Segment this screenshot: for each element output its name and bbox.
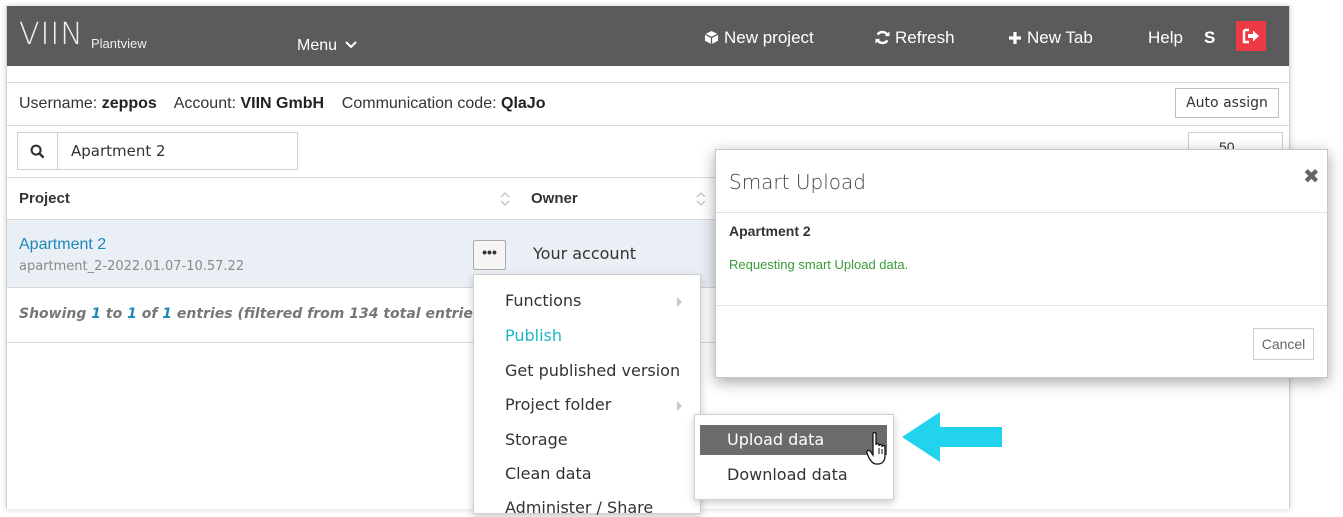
chevron-down-icon [345, 41, 358, 49]
showing-suffix: entries (filtered from 134 total entries… [176, 306, 488, 322]
top-navbar: VIIN Plantview Menu New project Refresh … [7, 6, 1289, 66]
user-initial[interactable]: S [1204, 28, 1215, 48]
menu-item-project-folder[interactable]: Project folder [505, 395, 611, 414]
account-info-bar: Username: zeppos Account: VIIN GmbH Comm… [7, 82, 1289, 126]
column-header-owner[interactable]: Owner [531, 178, 578, 220]
menu-item-administer-share[interactable]: Administer / Share [505, 498, 653, 517]
cancel-button[interactable]: Cancel [1253, 328, 1314, 360]
account-label: Account: [173, 95, 236, 112]
smart-upload-dialog: Smart Upload ✖ Apartment 2 Requesting sm… [715, 149, 1328, 378]
submenu-item-upload-data[interactable]: Upload data [700, 425, 887, 455]
project-identifier: apartment_2-2022.01.07-10.57.22 [19, 259, 245, 274]
project-context-menu: Functions Publish Get published version … [473, 274, 701, 517]
chevron-right-icon [677, 297, 682, 307]
owner-cell: Your account [533, 244, 636, 263]
submenu-item-download-data[interactable]: Download data [700, 460, 887, 490]
chevron-right-icon [677, 401, 682, 411]
logo[interactable]: VIIN [19, 20, 84, 50]
refresh-label: Refresh [895, 28, 955, 47]
menu-label: Menu [297, 37, 338, 54]
username-value: zeppos [101, 95, 157, 112]
sign-out-icon [1242, 28, 1259, 44]
refresh-icon [875, 30, 890, 45]
sort-icon[interactable] [696, 191, 706, 207]
table-info: Showing 1 to 1 of 1 entries (filtered fr… [19, 306, 488, 322]
new-tab-button[interactable]: New Tab [1008, 28, 1093, 48]
search-button[interactable] [18, 133, 58, 169]
showing-total: 1 [162, 306, 173, 322]
new-project-label: New project [724, 28, 814, 47]
auto-assign-button[interactable]: Auto assign [1175, 88, 1279, 118]
column-header-project[interactable]: Project [19, 178, 70, 220]
project-link[interactable]: Apartment 2 [19, 236, 106, 254]
communication-code-value: QlaJo [501, 95, 546, 112]
dialog-divider [716, 212, 1327, 213]
logout-button[interactable] [1236, 21, 1266, 51]
row-actions-button[interactable]: ••• [473, 240, 506, 270]
menu-item-clean-data[interactable]: Clean data [505, 464, 592, 483]
dialog-project-name: Apartment 2 [729, 223, 811, 239]
dialog-title: Smart Upload [729, 170, 866, 194]
communication-code-label: Communication code: [341, 95, 497, 112]
showing-of-word: of [141, 306, 158, 322]
menu-item-publish[interactable]: Publish [505, 326, 562, 345]
showing-prefix: Showing [19, 306, 87, 322]
search-icon [30, 144, 45, 158]
dialog-status-message: Requesting smart Upload data. [729, 257, 909, 272]
dialog-divider [716, 305, 1327, 306]
logo-subtitle: Plantview [91, 36, 147, 51]
hand-cursor-icon [866, 431, 886, 465]
search-value: Apartment 2 [71, 142, 166, 160]
username-label: Username: [19, 95, 98, 112]
menu-dropdown[interactable]: Menu [297, 36, 362, 56]
help-link[interactable]: Help [1148, 28, 1183, 48]
search-input[interactable]: Apartment 2 [17, 132, 298, 170]
new-tab-label: New Tab [1027, 28, 1093, 47]
sort-icon[interactable] [500, 191, 510, 207]
close-icon[interactable]: ✖ [1303, 164, 1320, 189]
showing-to: 1 [127, 306, 137, 322]
refresh-button[interactable]: Refresh [875, 28, 955, 48]
arrow-left-icon [902, 412, 1002, 462]
storage-submenu: Upload data Download data [694, 414, 894, 500]
menu-item-get-published-version[interactable]: Get published version [505, 361, 680, 380]
account-value: VIIN GmbH [240, 95, 325, 112]
plus-icon [1009, 32, 1021, 44]
new-project-button[interactable]: New project [704, 28, 814, 48]
cube-icon [704, 30, 719, 45]
showing-from: 1 [91, 306, 102, 322]
showing-to-word: to [105, 306, 123, 322]
menu-item-storage[interactable]: Storage [505, 430, 568, 449]
menu-item-functions[interactable]: Functions [505, 291, 581, 310]
